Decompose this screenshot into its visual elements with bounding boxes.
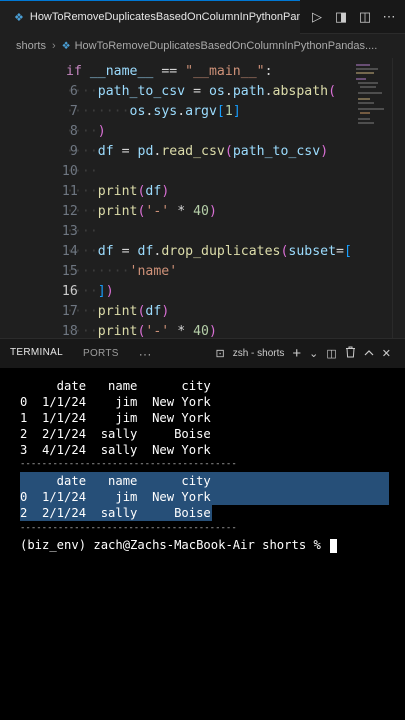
minimap-line bbox=[356, 64, 370, 66]
code-text: ····path_to_csv = os.path.abspath( bbox=[66, 84, 337, 99]
terminal-line: 0 1/1/24 jim New York bbox=[20, 395, 211, 409]
code-line: 18 ····print(df) bbox=[0, 302, 350, 339]
code-line: 9 ····) bbox=[0, 122, 350, 159]
minimap-line bbox=[356, 72, 374, 74]
python-file-icon: ❖ bbox=[61, 40, 71, 52]
code-line-current: 16 ········'name' bbox=[0, 262, 350, 299]
close-icon[interactable]: ✕ bbox=[382, 347, 391, 360]
code-text: ····) bbox=[66, 124, 106, 139]
chevron-down-icon[interactable]: ⌄ bbox=[309, 347, 318, 360]
minimap-line bbox=[358, 122, 374, 124]
code-text: if __name__ == "__main__": bbox=[66, 64, 273, 79]
run-icon[interactable]: ▷ bbox=[310, 9, 324, 25]
code-line: 13 ····print('-' * 40) bbox=[0, 202, 350, 239]
python-file-icon: ❖ bbox=[14, 11, 24, 24]
code-line: 11 ···· bbox=[0, 162, 350, 199]
minimap-line bbox=[358, 82, 378, 84]
minimap-line bbox=[358, 102, 374, 104]
code-line: 6 if __name__ == "__main__": bbox=[0, 62, 350, 99]
split-editor-icon[interactable]: ◫ bbox=[358, 9, 372, 25]
breadcrumb: shorts › ❖ HowToRemoveDuplicatesBasedOnC… bbox=[0, 34, 405, 58]
minimap-line bbox=[360, 112, 370, 114]
more-tabs-icon[interactable]: ··· bbox=[129, 339, 162, 369]
code-line: 7 ····path_to_csv = os.path.abspath( bbox=[0, 82, 350, 119]
minimap-line bbox=[358, 98, 370, 100]
panel-actions: ⊡ zsh - shorts + ⌄ ◫ ✕ bbox=[215, 345, 405, 362]
panel-header: TERMINAL PORTS ··· ⊡ zsh - shorts + ⌄ ◫ … bbox=[0, 338, 405, 369]
tab-ports[interactable]: PORTS bbox=[73, 339, 129, 369]
vertical-scrollbar[interactable] bbox=[392, 58, 405, 338]
terminal-prompt-line[interactable]: (biz_env) zach@Zachs-MacBook-Air shorts … bbox=[20, 537, 338, 553]
code-editor[interactable]: 6 if __name__ == "__main__": 7 ····path_… bbox=[0, 58, 405, 359]
tab-actions: ▷ ◨ ◫ ⋯ bbox=[310, 9, 396, 25]
terminal-line: 2 2/1/24 sally Boise bbox=[20, 506, 211, 520]
minimap-line bbox=[358, 92, 382, 94]
code-text: ········os.sys.argv[1] bbox=[66, 104, 241, 119]
code-text: ········'name' bbox=[66, 264, 178, 279]
add-terminal-icon[interactable]: + bbox=[292, 345, 301, 362]
code-text: ···· bbox=[66, 224, 98, 239]
terminal-name[interactable]: zsh - shorts bbox=[233, 348, 285, 359]
more-actions-icon[interactable]: ⋯ bbox=[382, 9, 396, 25]
terminal-line: 1 1/1/24 jim New York bbox=[20, 411, 211, 425]
code-line: 17 ····]) bbox=[0, 282, 350, 319]
terminal-divider: ---------------------------------------- bbox=[20, 523, 237, 533]
terminal-icon: ⊡ bbox=[215, 348, 225, 360]
split-terminal-icon[interactable]: ◫ bbox=[326, 347, 336, 360]
tab-title: HowToRemoveDuplicatesBasedOnColumnInPyth… bbox=[29, 11, 300, 23]
code-line: 8 ········os.sys.argv[1] bbox=[0, 102, 350, 139]
editor-tab-bar: ❖ HowToRemoveDuplicatesBasedOnColumnInPy… bbox=[0, 0, 405, 34]
chevron-right-icon: › bbox=[51, 40, 56, 52]
code-line: 10 ····df = pd.read_csv(path_to_csv) bbox=[0, 142, 350, 179]
terminal-output[interactable]: date name city 0 1/1/24 jim New York 1 1… bbox=[0, 368, 405, 720]
maximize-panel-icon[interactable] bbox=[364, 348, 374, 360]
code-line: 12 ····print(df) bbox=[0, 182, 350, 219]
tab-terminal[interactable]: TERMINAL bbox=[10, 339, 63, 369]
code-text: ····]) bbox=[66, 284, 114, 299]
minimap[interactable] bbox=[352, 58, 392, 338]
breadcrumb-folder[interactable]: shorts bbox=[16, 40, 46, 52]
editor-tab-active[interactable]: ❖ HowToRemoveDuplicatesBasedOnColumnInPy… bbox=[0, 0, 300, 34]
code-line: 14 ···· bbox=[0, 222, 350, 259]
terminal-line: date name city bbox=[20, 474, 211, 488]
code-text: ····print(df) bbox=[66, 304, 170, 319]
trash-icon[interactable] bbox=[345, 346, 356, 361]
minimap-line bbox=[360, 86, 376, 88]
minimap-line bbox=[356, 68, 378, 70]
terminal-line: date name city bbox=[20, 379, 211, 393]
code-text: ····print(df) bbox=[66, 184, 170, 199]
code-text: ····print('-' * 40) bbox=[66, 204, 217, 219]
terminal-line: 0 1/1/24 jim New York bbox=[20, 490, 211, 504]
code-text: ···· bbox=[66, 164, 98, 179]
terminal-cursor bbox=[330, 538, 338, 553]
terminal-prompt: (biz_env) zach@Zachs-MacBook-Air shorts … bbox=[20, 538, 329, 552]
compare-changes-icon[interactable]: ◨ bbox=[334, 9, 348, 25]
code-text: ····df = pd.read_csv(path_to_csv) bbox=[66, 144, 329, 159]
terminal-line: 2 2/1/24 sally Boise bbox=[20, 427, 211, 441]
minimap-line bbox=[358, 108, 384, 110]
minimap-line bbox=[356, 78, 366, 80]
breadcrumb-file[interactable]: HowToRemoveDuplicatesBasedOnColumnInPyth… bbox=[75, 40, 378, 52]
code-text: ····df = df.drop_duplicates(subset=[ bbox=[66, 244, 352, 259]
terminal-divider: ---------------------------------------- bbox=[20, 459, 237, 469]
minimap-line bbox=[358, 118, 370, 120]
code-line: 15 ····df = df.drop_duplicates(subset=[ bbox=[0, 242, 352, 279]
